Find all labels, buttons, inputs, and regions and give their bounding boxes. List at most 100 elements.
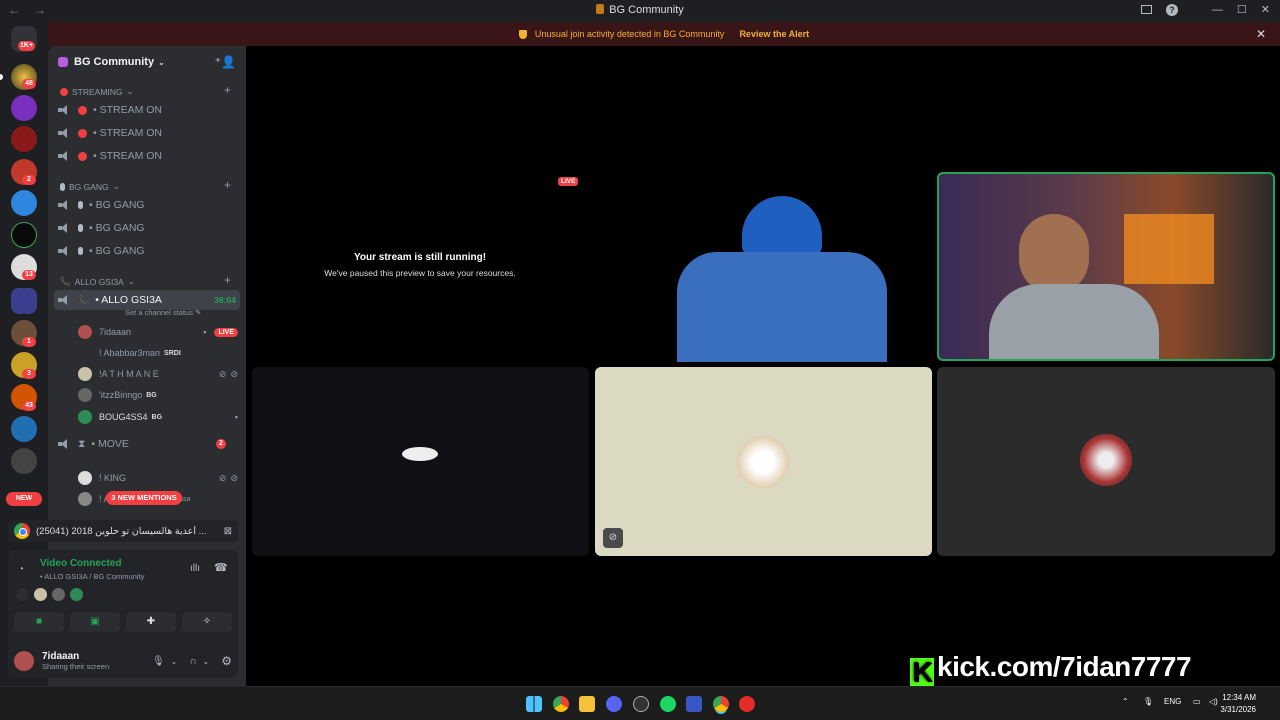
channel-stream-on[interactable]: • STREAM ON (58, 123, 238, 143)
chrome-icon[interactable] (553, 696, 569, 712)
voice-user[interactable]: BOUG4SS4 BG ▪ (78, 408, 238, 426)
channel-stream-on[interactable]: • STREAM ON (58, 146, 238, 166)
server-icon-11[interactable] (11, 416, 37, 442)
server-icon-3[interactable] (11, 126, 37, 152)
server-header[interactable]: BG Community ⌄ ⁺👤 (48, 46, 246, 78)
soundboard-icon[interactable]: ıllı (190, 563, 200, 574)
voice-user[interactable]: ! Ababbar3man SRDI (78, 344, 238, 362)
channel-status[interactable]: Set a channel status ✎ (125, 308, 201, 317)
youtube-icon[interactable] (739, 696, 755, 712)
invite-user-icon[interactable]: ⁺👤 (215, 55, 236, 69)
folder-icon[interactable] (11, 288, 37, 314)
minimize-icon[interactable]: — (1212, 4, 1223, 16)
channel-bg-gang[interactable]: • BG GANG (58, 241, 238, 261)
add-channel-icon[interactable]: + (224, 83, 231, 97)
kick-overlay: Kkick.com/7idan7777 (910, 651, 1192, 686)
participant-tile[interactable] (937, 367, 1275, 556)
headset-icon[interactable]: ∩ (189, 656, 196, 667)
mic-icon (78, 201, 83, 209)
record-icon (78, 128, 87, 138)
server-icon-5[interactable] (11, 190, 37, 216)
avatar (52, 588, 65, 601)
review-alert-link[interactable]: Review the Alert (739, 29, 809, 39)
avatar (78, 388, 92, 402)
kick-logo: K (910, 658, 934, 686)
avatar (737, 436, 789, 488)
activities-button[interactable]: ✚ (126, 612, 176, 632)
maximize-icon[interactable]: ☐ (1237, 3, 1247, 16)
network-icon[interactable]: ▭ (1193, 697, 1201, 706)
home-badge: 1K+ (18, 41, 36, 51)
stop-share-icon[interactable]: ⊠ (224, 526, 232, 537)
voice-user[interactable]: !A T H M A N E ⊘ ⊘ (78, 365, 238, 383)
voice-user[interactable]: ! KING ⊘ ⊘ (78, 469, 238, 487)
camera-toggle-button[interactable]: ■ (14, 612, 64, 632)
server-badge: 2 (22, 175, 36, 185)
server-icon (596, 4, 605, 14)
add-channel-icon[interactable]: + (224, 178, 231, 192)
category-allo-gsi3a[interactable]: 📞 ALLO GSI3A ⌄ + (60, 273, 231, 287)
voice-user[interactable]: 7idaaan ▪ LIVE (78, 323, 238, 341)
add-channel-icon[interactable]: + (224, 273, 231, 287)
server-icon-12[interactable] (11, 448, 37, 474)
alert-message: Unusual join activity detected in BG Com… (534, 29, 725, 39)
participant-tile[interactable] (252, 367, 589, 556)
mention-count: 2 (216, 439, 226, 449)
close-icon[interactable]: ✕ (1256, 27, 1266, 41)
disconnect-icon[interactable]: ☎ (214, 561, 228, 574)
chevron-down-icon[interactable]: ⌄ (171, 657, 178, 666)
participant-tile[interactable]: ⊘ (595, 367, 932, 556)
voice-user[interactable]: 'itzzBinngo BG (78, 386, 238, 404)
help-icon[interactable]: ? (1165, 3, 1178, 16)
new-mentions-pill[interactable]: 3 NEW MENTIONS (106, 491, 182, 505)
chevron-down-icon[interactable]: ⌄ (203, 657, 210, 666)
spotify-icon[interactable] (660, 696, 676, 712)
avatar (34, 588, 47, 601)
inbox-icon[interactable] (1140, 5, 1152, 14)
file-explorer-icon[interactable] (579, 696, 595, 712)
clock[interactable]: 12:34 AM 3/31/2026 (1220, 692, 1256, 716)
speaker-muted-icon (58, 151, 70, 161)
screen-share-button[interactable]: ▣ (70, 612, 120, 632)
speaker-icon (58, 439, 70, 449)
settings-gear-icon[interactable]: ⚙ (221, 654, 232, 668)
volume-icon[interactable]: ◁) (1209, 697, 1218, 706)
channel-stream-on[interactable]: • STREAM ON (58, 100, 238, 120)
channel-bg-gang[interactable]: • BG GANG (58, 218, 238, 238)
chrome-active-icon[interactable] (713, 696, 729, 712)
channel-bg-gang[interactable]: • BG GANG (58, 195, 238, 215)
mic-muted-icon: ⊘ (218, 368, 227, 379)
mic-icon (60, 182, 65, 191)
mic-tray-icon[interactable]: 🎙 (1143, 697, 1153, 706)
video-connected-label[interactable]: Video Connected (40, 558, 122, 569)
avatar (78, 367, 92, 381)
category-bg-gang[interactable]: BG GANG ⌄ + (60, 178, 231, 192)
new-unreads-pill[interactable]: NEW (6, 492, 42, 506)
stream-preview-tile[interactable] (252, 172, 932, 362)
chrome-icon (14, 523, 30, 539)
server-icon-6[interactable] (11, 222, 37, 248)
server-icon-2[interactable] (11, 95, 37, 121)
avatar (78, 471, 92, 485)
close-window-icon[interactable]: ✕ (1261, 3, 1270, 16)
mic-icon (78, 224, 83, 232)
signal-icon[interactable]: ◔ (18, 564, 24, 575)
channel-move[interactable]: ⧗ • MOVE 2 (58, 434, 238, 454)
screen-share-source[interactable]: (25041) 2018 أعدية هالسيسان تو حلوين ...… (8, 520, 238, 542)
avatar (1080, 434, 1132, 486)
avatar[interactable] (14, 651, 34, 671)
avatar (70, 588, 83, 601)
soundboard-button[interactable]: ✧ (182, 612, 232, 632)
channel-allo-gsi3a-active[interactable]: 📞 • ALLO GSI3A 36:04 (54, 290, 240, 310)
camera-icon: ▪ (234, 412, 238, 422)
discord-icon[interactable] (606, 696, 622, 712)
app-icon[interactable] (686, 696, 702, 712)
chevron-up-icon[interactable]: ⌃ (1122, 697, 1129, 706)
windows-start-icon[interactable] (526, 696, 542, 712)
obs-icon[interactable] (633, 696, 649, 712)
language-indicator[interactable]: ENG (1164, 697, 1181, 706)
mic-icon[interactable]: 🎙 (152, 656, 165, 667)
category-streaming[interactable]: STREAMING ⌄ + (60, 83, 231, 97)
title-bar: ← → BG Community ? — ☐ ✕ (0, 0, 1280, 22)
webcam-tile[interactable] (937, 172, 1275, 361)
